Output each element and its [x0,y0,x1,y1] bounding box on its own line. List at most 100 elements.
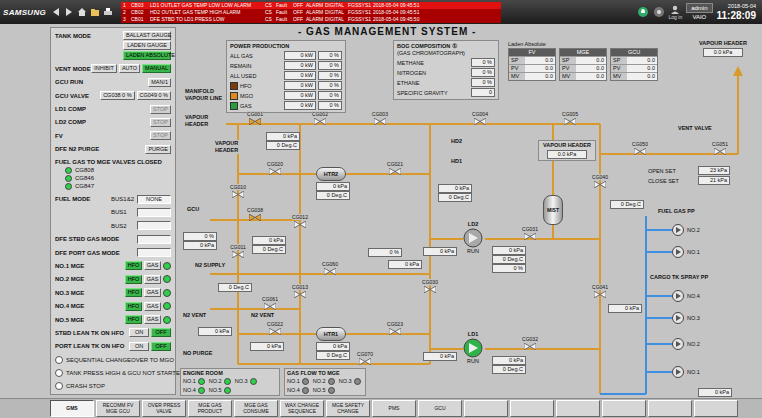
valve[interactable]: CG004 [468,111,492,125]
control-button[interactable]: STOP [150,118,171,127]
valve[interactable]: CG050 [628,141,652,155]
radio-option[interactable]: TANK PRESS HIGH & GCU NOT STARTED [55,369,171,378]
control-button[interactable]: ON [129,328,149,337]
control-button[interactable]: CG049 0 % [137,91,171,100]
control-button[interactable]: ON [129,342,149,351]
fuel-mode-button[interactable]: HFO [125,275,142,284]
mode-button[interactable]: BALLAST GAUGE [123,31,171,40]
valve[interactable]: CG061 [258,296,282,310]
fuel-mode-button[interactable]: HFO [125,288,142,297]
valve[interactable]: CG010 [226,184,250,198]
heater[interactable]: HTR2 [316,167,346,181]
radio-button[interactable] [55,356,63,364]
control-button[interactable]: OFF [151,342,171,351]
heater[interactable]: HTR1 [316,327,346,341]
valve[interactable]: CG032 [518,336,542,350]
valve[interactable]: CG051 [708,141,732,155]
valve[interactable]: CG012 [288,214,312,228]
back-icon[interactable] [51,7,61,17]
screen-tab[interactable]: OVER PRESS VALVE [142,400,186,417]
radio-button[interactable] [55,369,63,377]
fuel-mode-button[interactable]: HFO [125,315,142,324]
radio-option[interactable]: CRASH STOP [55,382,171,391]
valve[interactable]: CG011 [226,244,250,258]
pump[interactable]: NO.4 [672,290,700,302]
alarm-row[interactable]: 1CB03LD1 OUTLET GAS TEMP LOW LOW ALARMCS… [121,2,501,9]
mist-separator[interactable]: MIST [543,195,563,225]
valve[interactable]: CG021 [383,161,407,175]
pump[interactable]: NO.3 [672,312,700,324]
valve[interactable]: CG023 [383,321,407,335]
alarm-bell-icon[interactable] [637,6,649,18]
screen-tab[interactable]: MGE SAFETY CHANGE [326,400,370,417]
valve[interactable]: CG022 [263,321,287,335]
valve[interactable]: CG001 [243,111,267,125]
folder-icon[interactable] [90,7,100,17]
fuel-mode-button[interactable]: GAS [144,315,161,324]
screen-tab[interactable] [648,400,692,417]
compressor[interactable]: LD2RUN [461,221,485,255]
play-icon[interactable] [64,7,74,17]
control-button[interactable]: STOP [150,131,171,140]
alarm-row[interactable]: 3CB01DFE STBD TO LD1 PRESS LOWCSFaultOFF… [121,16,501,23]
radio-button[interactable] [55,382,63,390]
settings-icon[interactable] [653,6,665,18]
setting-value[interactable]: 23 kPa [698,166,730,175]
home-icon[interactable] [77,7,87,17]
pump[interactable]: NO.1 [672,246,700,258]
control-button[interactable]: AUTO [119,64,140,73]
screen-tab[interactable]: GCU [418,400,462,417]
valve[interactable]: CG038 [243,207,267,221]
screen-tab[interactable]: WAX CHANGE SEQUENCE [280,400,324,417]
valve[interactable]: CG041 [588,284,612,298]
screen-tab[interactable] [464,400,508,417]
login-button[interactable]: Log in [669,5,683,20]
pump[interactable]: NO.2 [672,338,700,350]
control-button[interactable]: STOP [150,105,171,114]
screen-tab[interactable]: MGE GAS CONSUME [234,400,278,417]
fuel-mode-button[interactable]: GAS [144,302,161,311]
screen-tab[interactable]: RECOMM FV MGE GCU [96,400,140,417]
radio-option[interactable]: SEQUENTIAL CHANGEOVER TO MGO [55,355,171,364]
valve[interactable]: CG060 [318,261,342,275]
screen-tab[interactable] [694,400,738,417]
valve[interactable]: CG005 [558,111,582,125]
screen-tab[interactable]: GMS [50,400,94,417]
valve[interactable]: CG013 [288,284,312,298]
setting-value[interactable]: 21 kPa [698,176,730,185]
print-icon[interactable] [103,7,113,17]
control-button[interactable]: MAN/1 [148,78,171,87]
row-label: FV [55,132,148,140]
valve[interactable]: CG070 [353,351,377,365]
screen-tab[interactable]: PMS [372,400,416,417]
valve[interactable]: CG040 [588,174,612,188]
valve[interactable]: CG020 [263,161,287,175]
valve[interactable]: CG031 [518,226,542,240]
mode-button[interactable]: LADEN ABSOLUTE [123,51,171,60]
fuel-mode-button[interactable]: GAS [144,261,161,270]
fuel-mode-button[interactable]: HFO [125,302,142,311]
screen-tab[interactable] [556,400,600,417]
control-button[interactable]: OFF [151,328,171,337]
valve-icon [294,291,306,298]
pump[interactable]: NO.1 [672,366,700,378]
screen-tab[interactable]: MGE GAS PRODUCT [188,400,232,417]
valve[interactable]: CG002 [308,111,332,125]
control-button[interactable]: MANUAL [142,64,171,73]
control-button[interactable]: INHIBIT [91,64,117,73]
mode-button[interactable]: LADEN GAUGE [123,41,171,50]
screen-tab[interactable] [602,400,646,417]
fuel-mode-button[interactable]: HFO [125,261,142,270]
valve[interactable]: CG030 [418,279,442,293]
engine-row: NO.3 MGEHFOGAS [55,288,171,297]
valve[interactable]: CG003 [368,111,392,125]
fuel-mode-button[interactable]: GAS [144,275,161,284]
pump[interactable]: NO.2 [672,224,700,236]
alarm-row[interactable]: 2CB02HD2 OUTLET GAS TEMP HIGH ALARMCSFau… [121,9,501,16]
control-button[interactable]: PURGE [145,145,171,154]
control-button[interactable]: CG038 0 % [100,91,134,100]
fuel-mode-button[interactable]: GAS [144,288,161,297]
gas-pipe [346,333,430,335]
screen-tab[interactable] [510,400,554,417]
compressor[interactable]: LD1RUN [461,331,485,365]
